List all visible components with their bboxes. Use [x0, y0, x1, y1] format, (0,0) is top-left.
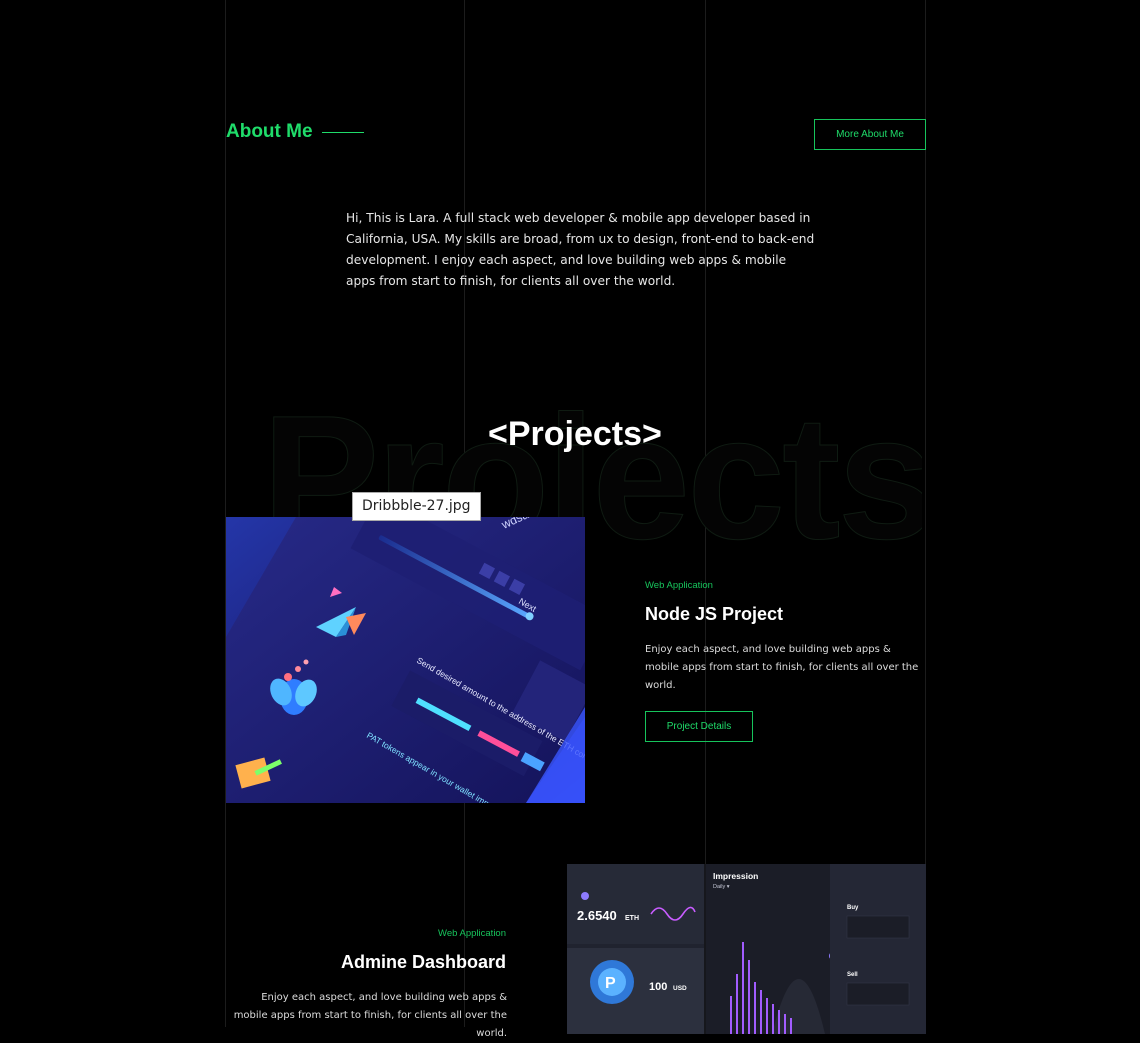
project-image-node-js[interactable]: wdsale Next Send desired amount to the a…	[226, 517, 585, 803]
project-details-button[interactable]: Project Details	[645, 711, 753, 742]
usd-value: 100	[649, 981, 667, 993]
grid-line	[225, 0, 226, 1027]
project-image-admine-dashboard[interactable]: 2.6540 ETH P 100 USD Impression Daily ▾	[567, 864, 926, 1034]
project-title: Admine Dashboard	[340, 952, 506, 972]
impression-title: Impression	[713, 871, 758, 881]
impression-period: Daily ▾	[713, 884, 730, 890]
eth-value: 2.6540	[577, 908, 617, 923]
about-description: Hi, This is Lara. A full stack web devel…	[346, 211, 815, 288]
more-about-me-button[interactable]: More About Me	[814, 119, 926, 150]
project-description: Enjoy each aspect, and love building web…	[233, 992, 507, 1039]
buy-label: Buy	[847, 905, 859, 911]
about-title-text: About Me	[226, 121, 313, 142]
sell-label: Sell	[847, 972, 858, 978]
project-title: Node JS Project	[645, 604, 784, 624]
eth-unit: ETH	[625, 915, 639, 922]
heading-underline	[321, 131, 364, 133]
project-category: Web Application	[645, 580, 713, 591]
about-heading: About Me	[226, 121, 364, 143]
image-filename-tooltip: Dribbble-27.jpg	[352, 492, 481, 521]
usd-unit: USD	[673, 985, 687, 992]
ico-landing-illustration: wdsale Next Send desired amount to the a…	[226, 517, 585, 803]
project-description: Enjoy each aspect, and love building web…	[645, 644, 919, 691]
svg-text:P: P	[605, 975, 616, 992]
projects-heading: <Projects>	[488, 415, 662, 453]
project-category: Web Application	[438, 928, 506, 939]
dashboard-illustration: 2.6540 ETH P 100 USD Impression Daily ▾	[567, 864, 926, 1034]
